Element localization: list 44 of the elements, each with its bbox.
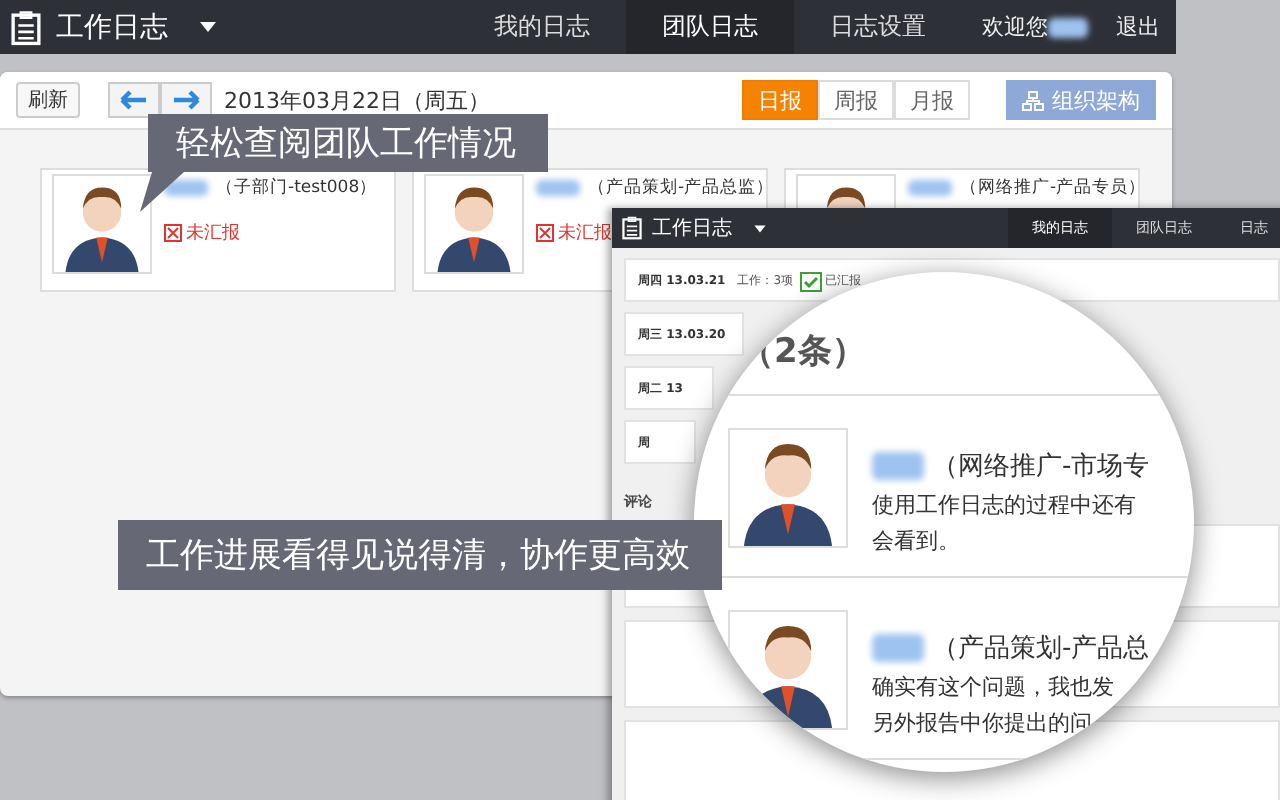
member-department: （网络推广-产品专员） — [960, 176, 1138, 200]
right-arrow-icon — [172, 90, 200, 110]
blurred-name — [872, 634, 924, 662]
nav-tab[interactable]: 日志设置 — [794, 0, 962, 54]
caret-icon[interactable] — [754, 224, 766, 232]
member-department: （子部门-test008） — [216, 176, 378, 200]
cross-box-icon — [536, 224, 554, 242]
org-chart-icon — [1022, 89, 1044, 111]
callout-text: 工作进展看得见说得清，协作更高效 — [146, 534, 690, 578]
member-card[interactable]: （子部门-test008） 未汇报 — [40, 168, 396, 292]
blurred-name — [908, 180, 952, 196]
logout-link[interactable]: 退出 — [1116, 12, 1160, 42]
nav-tab[interactable]: 团队日志 — [626, 0, 794, 54]
calendar-check-icon — [799, 269, 822, 291]
app-title: 工作日志 — [56, 9, 168, 45]
avatar-silhouette — [728, 428, 848, 548]
callout-text: 轻松查阅团队工作情况 — [176, 122, 516, 166]
member-card[interactable]: （网络推广-产品专员） — [784, 168, 1140, 208]
comment-text: 确实有这个问题，我也发 — [872, 672, 1116, 702]
caret-icon[interactable] — [200, 22, 216, 32]
comment-text: 使用工作日志的过程中还有 — [872, 490, 1138, 520]
avatar-silhouette — [424, 174, 524, 274]
period-tab[interactable]: 周报 — [818, 80, 894, 120]
commenter-department: （产品策划-产品总 — [932, 632, 1150, 666]
welcome-text: 欢迎您 — [982, 12, 1048, 42]
period-tab[interactable]: 月报 — [894, 80, 970, 120]
previous-button[interactable] — [108, 82, 160, 118]
comment-text: 会看到。 — [872, 526, 962, 556]
blurred-name — [164, 180, 208, 196]
nav-tab[interactable]: 我的日志 — [458, 0, 626, 54]
cross-box-icon — [164, 224, 182, 242]
window-title: 工作日志 — [652, 215, 732, 242]
avatar-silhouette — [52, 174, 152, 274]
clipboard-icon — [620, 216, 644, 240]
commenter-department: （网络推广-市场专 — [932, 450, 1150, 484]
status-text: 未汇报 — [186, 221, 240, 246]
refresh-button[interactable]: 刷新 — [16, 82, 80, 118]
blurred-name — [536, 180, 580, 196]
left-arrow-icon — [120, 90, 148, 110]
blurred-name — [1048, 17, 1088, 37]
status-text: 未汇报 — [558, 221, 612, 246]
clipboard-icon — [8, 9, 44, 45]
blurred-name — [872, 452, 924, 480]
date-label: 2013年03月22日（周五） — [224, 85, 490, 115]
